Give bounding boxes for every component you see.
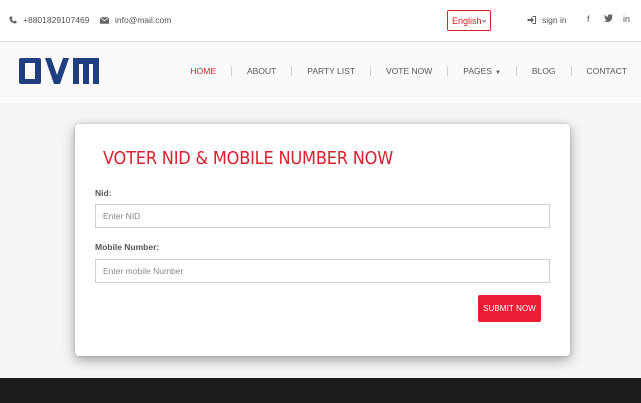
nav-item-label: ABOUT bbox=[247, 66, 277, 76]
nav-item-label: PARTY LIST bbox=[307, 66, 356, 76]
twitter-icon[interactable] bbox=[604, 14, 613, 24]
nid-input[interactable] bbox=[95, 204, 550, 228]
nav-item-label: PAGES bbox=[463, 66, 492, 76]
phone-number: +8801829107469 bbox=[23, 15, 90, 25]
main-navbar: HOME ABOUT PARTY LIST VOTE NOW PAGES ▼ BL… bbox=[0, 43, 641, 103]
nav-item-vote-now[interactable]: VOTE NOW bbox=[371, 66, 447, 76]
nav-item-label: BLOG bbox=[531, 66, 556, 76]
mobile-number-input[interactable] bbox=[95, 259, 550, 283]
signin-icon bbox=[527, 16, 536, 24]
nav-item-about[interactable]: ABOUT bbox=[232, 66, 291, 76]
footer-bar bbox=[0, 378, 641, 403]
phone-contact[interactable]: +8801829107469 bbox=[9, 15, 89, 25]
submit-button[interactable]: SUBMIT NOW bbox=[478, 295, 541, 322]
facebook-icon[interactable]: f bbox=[587, 14, 590, 24]
nav-item-home[interactable]: HOME bbox=[176, 66, 232, 76]
ovm-logo[interactable] bbox=[18, 57, 100, 90]
email-address: info@mail.com bbox=[115, 15, 172, 25]
language-selected: English bbox=[452, 15, 482, 26]
nav-item-label: CONTACT bbox=[586, 66, 627, 76]
nav-item-label: HOME bbox=[190, 66, 217, 76]
nav-item-pages[interactable]: PAGES ▼ bbox=[448, 66, 516, 76]
nav-item-label: VOTE NOW bbox=[386, 66, 433, 76]
mobile-number-label: Mobile Number: bbox=[95, 242, 160, 252]
caret-down-icon: ▼ bbox=[494, 70, 501, 76]
logo-graphic bbox=[19, 58, 99, 84]
nav-menu: HOME ABOUT PARTY LIST VOTE NOW PAGES ▼ BL… bbox=[176, 66, 627, 76]
nav-item-party-list[interactable]: PARTY LIST bbox=[292, 66, 370, 76]
voter-form-card: VOTER NID & MOBILE NUMBER NOW Nid: Mobil… bbox=[75, 124, 570, 356]
chevron-down-icon bbox=[481, 19, 486, 22]
envelope-icon bbox=[100, 16, 109, 24]
signin-link[interactable]: sign in bbox=[527, 15, 567, 25]
nid-label: Nid: bbox=[95, 188, 112, 198]
nav-item-pages-wrap: PAGES ▼ bbox=[448, 66, 516, 76]
nav-item-blog[interactable]: BLOG bbox=[517, 66, 571, 76]
form-title: VOTER NID & MOBILE NUMBER NOW bbox=[103, 148, 394, 169]
signin-label: sign in bbox=[542, 15, 567, 25]
top-bar: +8801829107469 info@mail.com English sig… bbox=[0, 0, 641, 42]
nav-item-contact[interactable]: CONTACT bbox=[572, 66, 627, 76]
language-select[interactable]: English bbox=[447, 10, 491, 31]
phone-icon bbox=[9, 16, 17, 24]
linkedin-icon[interactable]: in bbox=[623, 14, 630, 24]
email-contact[interactable]: info@mail.com bbox=[100, 15, 171, 25]
